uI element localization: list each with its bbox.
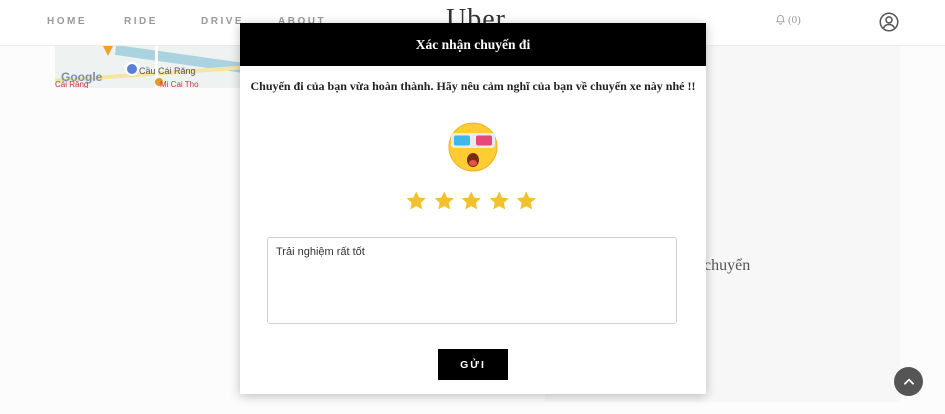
star-icon[interactable] (460, 190, 483, 212)
chevron-up-icon (903, 378, 914, 385)
notification-bell[interactable]: (0) (775, 14, 801, 26)
nav-ride-link[interactable]: RIDE (124, 16, 158, 27)
scroll-to-top-button[interactable] (894, 367, 923, 396)
starstruck-3d-glasses-emoji-icon (448, 122, 498, 172)
modal-prompt: Chuyến đi của bạn vừa hoàn thành. Hãy nê… (250, 79, 696, 93)
trip-confirmation-modal: Xác nhận chuyến đi Chuyến đi của bạn vừa… (240, 23, 706, 394)
bell-icon (775, 14, 786, 25)
star-icon[interactable] (433, 190, 456, 212)
feedback-textarea[interactable]: Trải nghiệm rất tốt (267, 237, 677, 324)
background-card-text: chuyển (704, 257, 751, 274)
star-icon[interactable] (488, 190, 511, 212)
user-icon[interactable] (879, 12, 899, 32)
modal-title: Xác nhận chuyến đi (240, 23, 706, 66)
map-place-label: Mi Cai Tho (160, 80, 199, 88)
map-place-label: Cái Răng (55, 80, 89, 88)
notification-count: (0) (788, 14, 801, 26)
nav-drive-link[interactable]: DRIVE (201, 16, 244, 27)
map-view[interactable]: Google Cầu Cái Răng Cái Răng Mi Cai Tho (55, 46, 245, 88)
nav-home-link[interactable]: HOME (47, 16, 87, 27)
map-marker-icon (103, 46, 113, 56)
submit-button[interactable]: GỬI (438, 349, 508, 380)
star-icon[interactable] (515, 190, 538, 212)
map-poi-icon (125, 62, 139, 76)
map-place-label: Cầu Cái Răng (139, 66, 196, 76)
rating-stars[interactable] (405, 190, 538, 212)
star-icon[interactable] (405, 190, 428, 212)
